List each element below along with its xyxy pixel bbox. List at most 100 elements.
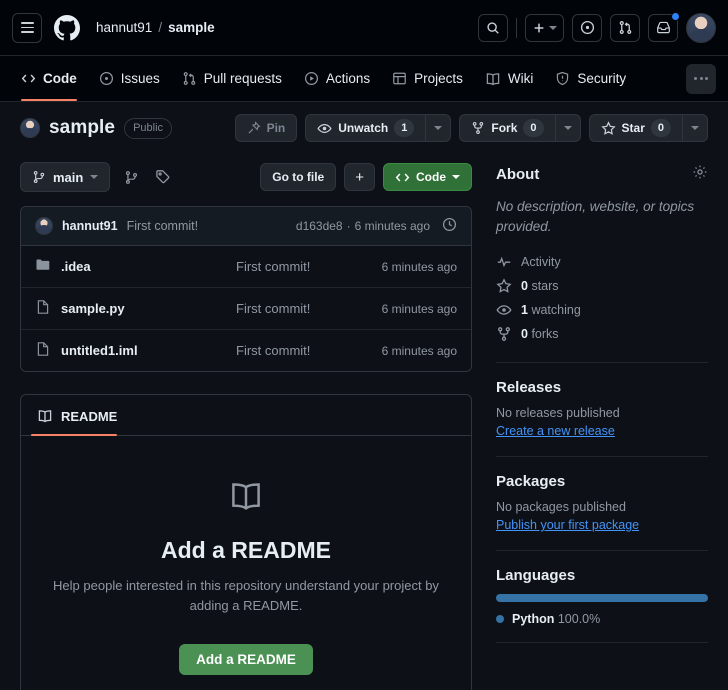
watch-dropdown-button[interactable] bbox=[425, 114, 452, 142]
tab-issues-label: Issues bbox=[120, 71, 160, 86]
file-time: 6 minutes ago bbox=[381, 301, 457, 316]
file-listing: hannut91 First commit! d163de8 · 6 minut… bbox=[20, 206, 472, 372]
tab-security-label: Security bbox=[577, 71, 627, 86]
fork-dropdown-button[interactable] bbox=[554, 114, 581, 142]
file-name[interactable]: .idea bbox=[61, 259, 236, 274]
language-color-dot bbox=[496, 615, 504, 624]
packages-section: Packages No packages published Publish y… bbox=[496, 473, 708, 534]
watching-label: watching bbox=[531, 303, 581, 318]
commit-sha[interactable]: d163de8 bbox=[296, 219, 343, 233]
chevron-down-icon bbox=[452, 175, 460, 179]
commit-author-avatar[interactable] bbox=[35, 217, 53, 235]
repository-actions: Pin Unwatch 1 Fork 0 Star 0 bbox=[234, 114, 708, 142]
star-button[interactable]: Star 0 bbox=[588, 114, 682, 142]
pin-button[interactable]: Pin bbox=[234, 114, 298, 142]
avatar[interactable] bbox=[686, 12, 716, 43]
table-row[interactable]: .idea First commit! 6 minutes ago bbox=[21, 246, 471, 288]
readme-tab[interactable]: README bbox=[21, 395, 471, 436]
commit-message[interactable]: First commit! bbox=[127, 219, 199, 233]
owner-avatar[interactable] bbox=[20, 118, 40, 138]
chevron-down-icon bbox=[563, 126, 572, 130]
hamburger-menu-button[interactable] bbox=[12, 12, 42, 43]
tab-issues[interactable]: Issues bbox=[90, 57, 169, 101]
fork-button-group: Fork 0 bbox=[459, 114, 581, 142]
gear-icon[interactable] bbox=[692, 164, 708, 185]
divider bbox=[496, 642, 708, 644]
commit-meta: d163de8 · 6 minutes ago bbox=[296, 217, 457, 235]
forks-label: forks bbox=[531, 327, 559, 342]
branch-selector[interactable]: main bbox=[20, 162, 111, 192]
create-new-icon[interactable] bbox=[525, 13, 564, 42]
language-item[interactable]: Python 100.0% bbox=[496, 612, 708, 626]
latest-commit-row: hannut91 First commit! d163de8 · 6 minut… bbox=[21, 207, 471, 246]
tab-security[interactable]: Security bbox=[546, 57, 635, 101]
create-release-link[interactable]: Create a new release bbox=[496, 424, 615, 438]
forks-link[interactable]: 0 forks bbox=[496, 322, 708, 346]
tab-actions[interactable]: Actions bbox=[295, 57, 379, 101]
add-file-button[interactable]: + bbox=[344, 163, 375, 191]
page-title[interactable]: sample bbox=[49, 117, 115, 139]
file-name[interactable]: untitled1.iml bbox=[61, 343, 236, 358]
tab-projects[interactable]: Projects bbox=[383, 57, 472, 101]
tab-code-label: Code bbox=[43, 71, 77, 86]
visibility-badge: Public bbox=[124, 117, 173, 139]
watching-link[interactable]: 1 watching bbox=[496, 298, 708, 322]
issues-icon[interactable] bbox=[572, 13, 602, 42]
file-toolbar-right: Go to file + Code bbox=[260, 163, 472, 191]
commit-dot: · bbox=[346, 219, 351, 233]
commit-author[interactable]: hannut91 bbox=[62, 219, 118, 233]
breadcrumb-owner[interactable]: hannut91 bbox=[96, 20, 152, 35]
go-to-file-button[interactable]: Go to file bbox=[260, 163, 337, 191]
history-icon[interactable] bbox=[442, 217, 457, 235]
fork-button[interactable]: Fork 0 bbox=[459, 114, 555, 142]
about-title: About bbox=[496, 166, 540, 183]
tab-code[interactable]: Code bbox=[12, 57, 86, 101]
about-description: No description, website, or topics provi… bbox=[496, 199, 695, 234]
stars-link[interactable]: 0 stars bbox=[496, 274, 708, 298]
packages-title: Packages bbox=[496, 473, 566, 491]
chevron-down-icon bbox=[549, 25, 557, 30]
language-name: Python bbox=[512, 612, 555, 627]
chevron-down-icon bbox=[691, 126, 699, 130]
tag-icon[interactable] bbox=[152, 169, 174, 185]
unwatch-button[interactable]: Unwatch 1 bbox=[305, 114, 426, 142]
publish-package-link[interactable]: Publish your first package bbox=[496, 518, 639, 532]
file-icon bbox=[35, 299, 51, 318]
tab-wiki[interactable]: Wiki bbox=[476, 57, 543, 101]
readme-description: Help people interested in this repositor… bbox=[53, 578, 439, 614]
file-commit-message[interactable]: First commit! bbox=[236, 343, 382, 358]
file-commit-message[interactable]: First commit! bbox=[236, 301, 382, 316]
divider bbox=[496, 456, 708, 458]
main-column: main Go to file + Code hannut91 First co… bbox=[20, 156, 472, 690]
pull-requests-icon[interactable] bbox=[610, 13, 640, 42]
tab-projects-label: Projects bbox=[414, 71, 463, 86]
star-dropdown-button[interactable] bbox=[682, 114, 708, 142]
chevron-down-icon bbox=[90, 175, 99, 179]
book-icon bbox=[228, 483, 264, 518]
file-name[interactable]: sample.py bbox=[61, 301, 236, 316]
tab-actions-label: Actions bbox=[325, 71, 371, 86]
kebab-menu-icon[interactable] bbox=[686, 63, 716, 94]
activity-link[interactable]: Activity bbox=[496, 250, 708, 274]
inbox-icon[interactable] bbox=[648, 11, 680, 42]
watch-count: 1 bbox=[394, 119, 415, 137]
header-divider bbox=[516, 17, 517, 38]
github-logo-icon[interactable] bbox=[52, 13, 82, 43]
packages-empty-text: No packages published bbox=[496, 500, 626, 515]
forks-count: 0 bbox=[521, 327, 528, 342]
tab-pull-requests[interactable]: Pull requests bbox=[173, 57, 291, 101]
table-row[interactable]: untitled1.iml First commit! 6 minutes ag… bbox=[21, 330, 471, 371]
table-row[interactable]: sample.py First commit! 6 minutes ago bbox=[21, 288, 471, 330]
chevron-down-icon bbox=[434, 126, 443, 130]
file-time: 6 minutes ago bbox=[381, 343, 457, 358]
about-header: About bbox=[496, 164, 708, 185]
languages-section: Languages Python 100.0% bbox=[496, 567, 708, 626]
notification-indicator bbox=[671, 11, 680, 21]
breadcrumb-repo[interactable]: sample bbox=[168, 20, 215, 35]
code-button[interactable]: Code bbox=[383, 163, 472, 191]
add-readme-button[interactable]: Add a README bbox=[179, 644, 313, 676]
search-icon[interactable] bbox=[478, 13, 508, 42]
git-branch-icon[interactable] bbox=[120, 170, 142, 185]
file-commit-message[interactable]: First commit! bbox=[236, 259, 382, 274]
languages-title: Languages bbox=[496, 567, 576, 585]
